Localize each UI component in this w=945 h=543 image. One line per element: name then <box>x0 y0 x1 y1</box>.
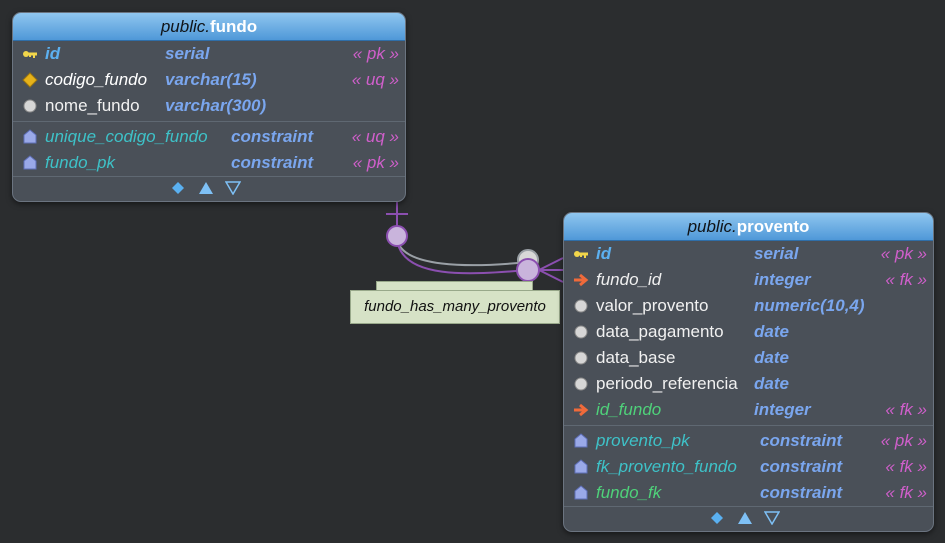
column-name: nome_fundo <box>45 96 140 115</box>
table-fundo[interactable]: public.fundo id serial « pk » codigo_fun… <box>12 12 406 202</box>
table-provento[interactable]: public.provento id serial « pk » fundo_i… <box>563 212 934 532</box>
constraint-row-fundo-pk[interactable]: fundo_pk constraint « pk » <box>13 150 405 176</box>
column-tag: « fk » <box>885 270 927 289</box>
crowfoot-line-1 <box>538 257 564 271</box>
constraint-type: constraint <box>760 431 843 450</box>
column-row-id-fundo[interactable]: id_fundo integer « fk » <box>564 397 933 423</box>
attributes-toggle-icon[interactable] <box>171 181 185 198</box>
table-provento-title: provento <box>736 217 810 236</box>
collapse-down-icon[interactable] <box>224 181 242 198</box>
collapse-down-icon[interactable] <box>763 511 781 528</box>
constraint-name: unique_codigo_fundo <box>45 127 208 146</box>
table-provento-footer <box>564 506 933 531</box>
constraint-type: constraint <box>231 127 314 146</box>
column-name: valor_provento <box>596 296 709 315</box>
attributes-toggle-icon[interactable] <box>710 511 724 528</box>
divider <box>564 425 933 426</box>
constraint-type: constraint <box>760 457 843 476</box>
column-type: integer <box>754 400 811 419</box>
constraint-icon <box>22 124 38 150</box>
column-tag: « fk » <box>885 400 927 419</box>
constraint-type: constraint <box>760 483 843 502</box>
column-name: id <box>596 244 612 263</box>
constraint-icon <box>573 428 589 454</box>
column-name: data_pagamento <box>596 322 724 341</box>
divider <box>13 121 405 122</box>
column-dot-icon <box>573 319 589 345</box>
table-fundo-title: fundo <box>209 17 258 36</box>
column-tag: « pk » <box>352 44 399 63</box>
expand-up-icon[interactable] <box>198 181 214 198</box>
constraint-icon <box>22 150 38 176</box>
relationship-label[interactable]: fundo_has_many_provento <box>350 290 560 324</box>
column-row-data-pagamento[interactable]: data_pagamento date <box>564 319 933 345</box>
constraint-tag: « fk » <box>885 457 927 476</box>
column-row-codigo-fundo[interactable]: codigo_fundo varchar(15) « uq » <box>13 67 405 93</box>
key-icon <box>573 241 589 267</box>
column-name: id_fundo <box>596 400 662 419</box>
table-provento-schema: public. <box>687 217 737 236</box>
column-row-fundo-id[interactable]: fundo_id integer « fk » <box>564 267 933 293</box>
key-icon <box>22 41 38 67</box>
relationship-endpoint-provento <box>516 258 540 282</box>
column-type: date <box>754 348 789 367</box>
column-dot-icon <box>22 93 38 119</box>
column-type: serial <box>165 44 210 63</box>
column-dot-icon <box>573 293 589 319</box>
unique-diamond-icon <box>22 67 38 93</box>
relationship-line-purple <box>396 237 529 275</box>
constraint-tag: « pk » <box>352 153 399 172</box>
column-name: codigo_fundo <box>45 70 148 89</box>
column-type: serial <box>754 244 799 263</box>
column-row-id[interactable]: id serial « pk » <box>13 41 405 67</box>
constraint-name: fundo_fk <box>596 483 662 502</box>
expand-up-icon[interactable] <box>737 511 753 528</box>
column-row-valor-provento[interactable]: valor_provento numeric(10,4) <box>564 293 933 319</box>
column-name: data_base <box>596 348 676 367</box>
relationship-endpoint-fundo <box>386 225 408 247</box>
column-type: date <box>754 322 789 341</box>
constraint-tag: « pk » <box>880 431 927 450</box>
constraint-row-unique-codigo-fundo[interactable]: unique_codigo_fundo constraint « uq » <box>13 124 405 150</box>
constraint-row-provento-pk[interactable]: provento_pk constraint « pk » <box>564 428 933 454</box>
constraint-tag: « uq » <box>351 127 399 146</box>
column-dot-icon <box>573 345 589 371</box>
constraint-type: constraint <box>231 153 314 172</box>
foreign-key-arrow-icon <box>573 267 589 293</box>
crowfoot-line-3 <box>538 269 564 283</box>
column-row-id[interactable]: id serial « pk » <box>564 241 933 267</box>
column-type: varchar(15) <box>165 70 257 89</box>
column-name: fundo_id <box>596 270 662 289</box>
table-fundo-footer <box>13 176 405 201</box>
column-type: date <box>754 374 789 393</box>
column-name: id <box>45 44 61 63</box>
constraint-icon <box>573 454 589 480</box>
foreign-key-arrow-icon <box>573 397 589 423</box>
table-fundo-schema: public. <box>160 17 210 36</box>
constraint-icon <box>573 480 589 506</box>
constraint-row-fundo-fk[interactable]: fundo_fk constraint « fk » <box>564 480 933 506</box>
constraint-row-fk-provento-fundo[interactable]: fk_provento_fundo constraint « fk » <box>564 454 933 480</box>
column-row-data-base[interactable]: data_base date <box>564 345 933 371</box>
table-fundo-header[interactable]: public.fundo <box>13 13 405 41</box>
relationship-line-gray <box>396 237 529 267</box>
constraint-name: fk_provento_fundo <box>596 457 737 476</box>
column-row-nome-fundo[interactable]: nome_fundo varchar(300) <box>13 93 405 119</box>
column-type: varchar(300) <box>165 96 267 115</box>
column-name: periodo_referencia <box>596 374 738 393</box>
constraint-tag: « fk » <box>885 483 927 502</box>
column-type: numeric(10,4) <box>754 296 865 315</box>
column-dot-icon <box>573 371 589 397</box>
constraint-name: provento_pk <box>596 431 690 450</box>
column-tag: « pk » <box>880 244 927 263</box>
column-row-periodo-referencia[interactable]: periodo_referencia date <box>564 371 933 397</box>
constraint-name: fundo_pk <box>45 153 115 172</box>
table-provento-header[interactable]: public.provento <box>564 213 933 241</box>
column-type: integer <box>754 270 811 289</box>
column-tag: « uq » <box>351 70 399 89</box>
